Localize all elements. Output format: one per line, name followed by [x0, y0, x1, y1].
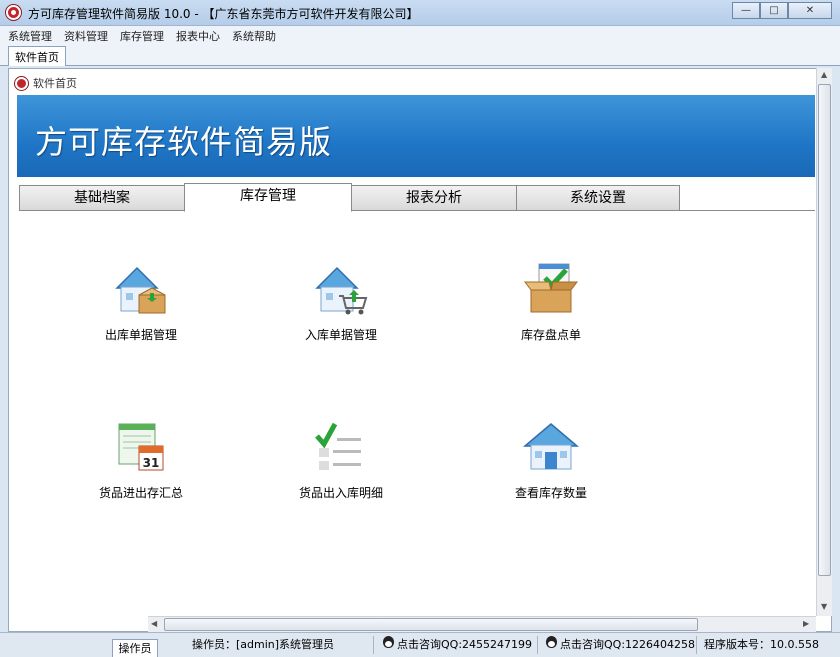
qq-consult-1-label: 点击咨询QQ:2455247199 — [397, 638, 533, 651]
title-bar: 方可库存管理软件简易版 10.0 - 【广东省东莞市方可软件开发有限公司】 — … — [0, 0, 840, 26]
maximize-button[interactable]: □ — [760, 2, 788, 19]
module-label: 查看库存数量 — [514, 486, 587, 500]
module-outbound-orders[interactable]: 出库单据管理 — [76, 260, 206, 343]
module-goods-detail[interactable]: 货品出入库明细 — [276, 418, 406, 501]
module-label: 入库单据管理 — [304, 328, 377, 342]
menu-system-management[interactable]: 系统管理 — [8, 28, 52, 44]
main-content: 软件首页 方可库存软件简易版 基础档案 库存管理 报表分析 系统设置 出库单据管… — [8, 68, 832, 632]
house-icon — [521, 418, 581, 476]
qq-consult-1[interactable]: 点击咨询QQ:2455247199 — [382, 636, 538, 654]
version-info: 程序版本号：10.0.558 — [704, 638, 819, 651]
module-tabs: 基础档案 库存管理 报表分析 系统设置 — [19, 183, 815, 212]
scroll-up-icon[interactable]: ▲ — [821, 70, 827, 79]
qq-penguin-icon — [382, 636, 395, 650]
home-logo-icon — [15, 76, 28, 90]
scroll-left-icon[interactable]: ◀ — [151, 619, 157, 628]
house-cart-icon — [311, 260, 371, 318]
calendar-icon: 31 — [111, 418, 171, 476]
module-label: 库存盘点单 — [520, 328, 581, 342]
menu-report-center[interactable]: 报表中心 — [176, 28, 220, 44]
horizontal-scrollbar[interactable]: ◀ ▶ — [148, 616, 816, 632]
document-tab-strip: 软件首页 — [0, 46, 840, 66]
menu-inventory-management[interactable]: 库存管理 — [120, 28, 164, 44]
close-button[interactable]: ✕ — [788, 2, 832, 19]
qq-consult-2-label: 点击咨询QQ:1226404258 — [560, 638, 696, 651]
window-controls: — □ ✕ — [732, 2, 832, 19]
module-label: 货品进出存汇总 — [98, 486, 183, 500]
checklist-icon — [311, 418, 371, 476]
window-title: 方可库存管理软件简易版 10.0 - 【广东省东莞市方可软件开发有限公司】 — [28, 7, 419, 21]
scroll-right-icon[interactable]: ▶ — [803, 619, 809, 628]
module-stocktake[interactable]: 库存盘点单 — [486, 260, 616, 343]
menu-bar: 系统管理 资料管理 库存管理 报表中心 系统帮助 — [0, 26, 840, 46]
app-logo-icon — [6, 5, 21, 20]
vertical-scroll-thumb[interactable] — [818, 84, 831, 576]
qq-penguin-icon — [545, 636, 558, 650]
status-bar: 操作员 操作员：[admin]系统管理员 点击咨询QQ:2455247199 点… — [0, 632, 840, 657]
module-inbound-orders[interactable]: 入库单据管理 — [276, 260, 406, 343]
module-label: 出库单据管理 — [104, 328, 177, 342]
operator-tab[interactable]: 操作员 — [112, 639, 158, 657]
scroll-down-icon[interactable]: ▼ — [821, 602, 827, 611]
module-goods-summary[interactable]: 31 货品进出存汇总 — [76, 418, 206, 501]
module-view-stock[interactable]: 查看库存数量 — [486, 418, 616, 501]
minimize-button[interactable]: — — [732, 2, 760, 19]
horizontal-scroll-thumb[interactable] — [164, 618, 698, 631]
banner-title: 方可库存软件简易版 — [35, 123, 333, 161]
tab-system-settings[interactable]: 系统设置 — [516, 185, 680, 211]
doc-tab-home[interactable]: 软件首页 — [8, 46, 66, 66]
menu-system-help[interactable]: 系统帮助 — [232, 28, 276, 44]
house-box-icon — [111, 260, 171, 318]
operator-info: 操作员：[admin]系统管理员 — [192, 636, 374, 654]
module-label: 货品出入库明细 — [298, 486, 383, 500]
box-check-icon — [521, 260, 581, 318]
vertical-scrollbar[interactable]: ▲ ▼ — [816, 68, 832, 616]
banner: 方可库存软件简易版 — [17, 95, 815, 177]
menu-data-management[interactable]: 资料管理 — [64, 28, 108, 44]
calendar-day: 31 — [143, 456, 160, 470]
tab-basic-archives[interactable]: 基础档案 — [19, 185, 185, 211]
tab-report-analysis[interactable]: 报表分析 — [351, 185, 517, 211]
breadcrumb-label: 软件首页 — [33, 77, 77, 90]
qq-consult-2[interactable]: 点击咨询QQ:1226404258 — [545, 636, 697, 654]
module-grid: 出库单据管理 入库单据管理 库存盘点单 31 货品进出存汇总 货品出入库明细 查… — [19, 212, 815, 622]
breadcrumb: 软件首页 — [15, 75, 77, 91]
tab-inventory-management[interactable]: 库存管理 — [184, 183, 352, 212]
